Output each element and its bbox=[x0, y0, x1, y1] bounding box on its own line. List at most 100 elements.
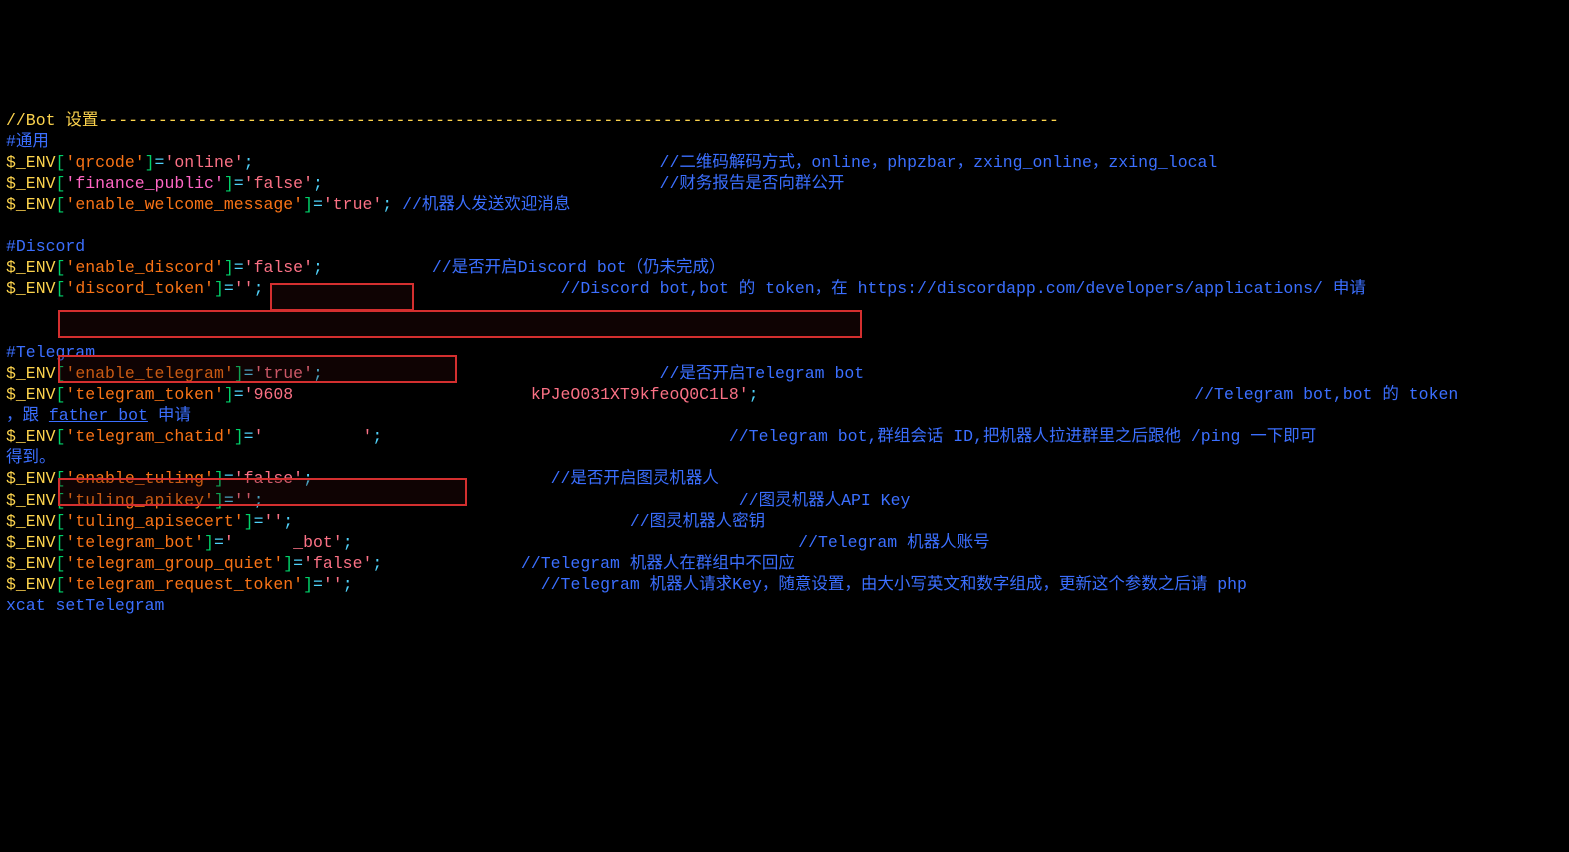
subsection-header: #通用 bbox=[6, 132, 49, 151]
key: 'tuling_apisecert' bbox=[65, 512, 243, 531]
op: = bbox=[234, 385, 244, 404]
env-var: $_ENV bbox=[6, 469, 56, 488]
comment: //图灵机器人密钥 bbox=[630, 512, 765, 531]
env-var: $_ENV bbox=[6, 427, 56, 446]
value: '9608 kPJeO031XT9kfeoQ0C1L8' bbox=[244, 385, 749, 404]
op: = bbox=[244, 427, 254, 446]
bracket: [ bbox=[56, 279, 66, 298]
comment: //是否开启Discord bot（仍未完成） bbox=[432, 258, 726, 277]
bracket: ] bbox=[224, 385, 234, 404]
env-var: $_ENV bbox=[6, 364, 56, 383]
semi: ; bbox=[254, 279, 264, 298]
semi: ; bbox=[749, 385, 759, 404]
semi: ; bbox=[382, 195, 392, 214]
code-block: //Bot 设置--------------------------------… bbox=[6, 88, 1563, 616]
semi: ; bbox=[313, 258, 323, 277]
bracket: ] bbox=[224, 258, 234, 277]
key: 'telegram_request_token' bbox=[65, 575, 303, 594]
comment: //Telegram 机器人请求Key，随意设置，由大小写英文和数字组成，更新这… bbox=[541, 575, 1257, 594]
bracket: ] bbox=[145, 153, 155, 172]
op: = bbox=[313, 575, 323, 594]
value: 'true' bbox=[323, 195, 382, 214]
bracket: [ bbox=[56, 575, 66, 594]
bracket: ] bbox=[234, 427, 244, 446]
semi: ; bbox=[303, 469, 313, 488]
value: '' bbox=[234, 491, 254, 510]
value: '' bbox=[323, 575, 343, 594]
father-bot: father bot bbox=[49, 406, 148, 425]
bracket: ] bbox=[234, 364, 244, 383]
bracket: ] bbox=[214, 491, 224, 510]
comment: //图灵机器人API Key bbox=[739, 491, 911, 510]
op: = bbox=[234, 258, 244, 277]
bracket: [ bbox=[56, 512, 66, 531]
comment: //Discord bot,bot 的 token，在 https://disc… bbox=[561, 279, 1366, 298]
bracket: ] bbox=[303, 195, 313, 214]
op: = bbox=[155, 153, 165, 172]
op: = bbox=[224, 279, 234, 298]
op: = bbox=[244, 364, 254, 383]
env-var: $_ENV bbox=[6, 533, 56, 552]
bracket: ] bbox=[283, 554, 293, 573]
bracket: ] bbox=[224, 174, 234, 193]
key: 'enable_tuling' bbox=[65, 469, 214, 488]
op: = bbox=[234, 174, 244, 193]
subsection-header: #Telegram bbox=[6, 343, 95, 362]
key: 'telegram_group_quiet' bbox=[65, 554, 283, 573]
bracket: [ bbox=[56, 427, 66, 446]
key: 'telegram_bot' bbox=[65, 533, 204, 552]
bracket: [ bbox=[56, 385, 66, 404]
value: '' bbox=[234, 279, 254, 298]
semi: ; bbox=[313, 174, 323, 193]
env-var: $_ENV bbox=[6, 195, 56, 214]
key: 'finance_public' bbox=[65, 174, 223, 193]
bracket: [ bbox=[56, 153, 66, 172]
bracket: ] bbox=[204, 533, 214, 552]
env-var: $_ENV bbox=[6, 575, 56, 594]
op: = bbox=[224, 491, 234, 510]
comment: //Telegram bot,群组会话 ID,把机器人拉进群里之后跟他 /pin… bbox=[729, 427, 1316, 446]
bracket: [ bbox=[56, 491, 66, 510]
comment-cont2: 申请 bbox=[148, 406, 191, 425]
bracket: ] bbox=[303, 575, 313, 594]
bracket: [ bbox=[56, 195, 66, 214]
bracket: ] bbox=[244, 512, 254, 531]
key: 'discord_token' bbox=[65, 279, 214, 298]
comment: //机器人发送欢迎消息 bbox=[392, 195, 570, 214]
env-var: $_ENV bbox=[6, 153, 56, 172]
key: 'qrcode' bbox=[65, 153, 144, 172]
semi: ; bbox=[372, 554, 382, 573]
bracket: [ bbox=[56, 174, 66, 193]
bracket: [ bbox=[56, 533, 66, 552]
key: 'enable_welcome_message' bbox=[65, 195, 303, 214]
comment: //是否开启Telegram bot bbox=[660, 364, 865, 383]
bracket: ] bbox=[214, 279, 224, 298]
key: 'enable_telegram' bbox=[65, 364, 233, 383]
section-header: //Bot 设置--------------------------------… bbox=[6, 111, 1059, 130]
env-var: $_ENV bbox=[6, 385, 56, 404]
value: 'false' bbox=[244, 174, 313, 193]
subsection-header: #Discord bbox=[6, 237, 85, 256]
key: 'telegram_token' bbox=[65, 385, 223, 404]
comment: //Telegram 机器人在群组中不回应 bbox=[521, 554, 795, 573]
key: 'enable_discord' bbox=[65, 258, 223, 277]
value: ' ' bbox=[254, 427, 373, 446]
value: '' bbox=[263, 512, 283, 531]
op: = bbox=[214, 533, 224, 552]
op: = bbox=[313, 195, 323, 214]
value: ' _bot' bbox=[224, 533, 343, 552]
value: 'false' bbox=[244, 258, 313, 277]
op: = bbox=[254, 512, 264, 531]
key: 'telegram_chatid' bbox=[65, 427, 233, 446]
bracket: [ bbox=[56, 469, 66, 488]
bracket: [ bbox=[56, 364, 66, 383]
env-var: $_ENV bbox=[6, 512, 56, 531]
env-var: $_ENV bbox=[6, 491, 56, 510]
semi: ; bbox=[313, 364, 323, 383]
comment-cont: ，跟 bbox=[6, 406, 49, 425]
comment: //财务报告是否向群公开 bbox=[660, 174, 845, 193]
comment-cont: xcat setTelegram bbox=[6, 596, 164, 615]
semi: ; bbox=[372, 427, 382, 446]
bracket: [ bbox=[56, 554, 66, 573]
key: 'tuling_apikey' bbox=[65, 491, 214, 510]
